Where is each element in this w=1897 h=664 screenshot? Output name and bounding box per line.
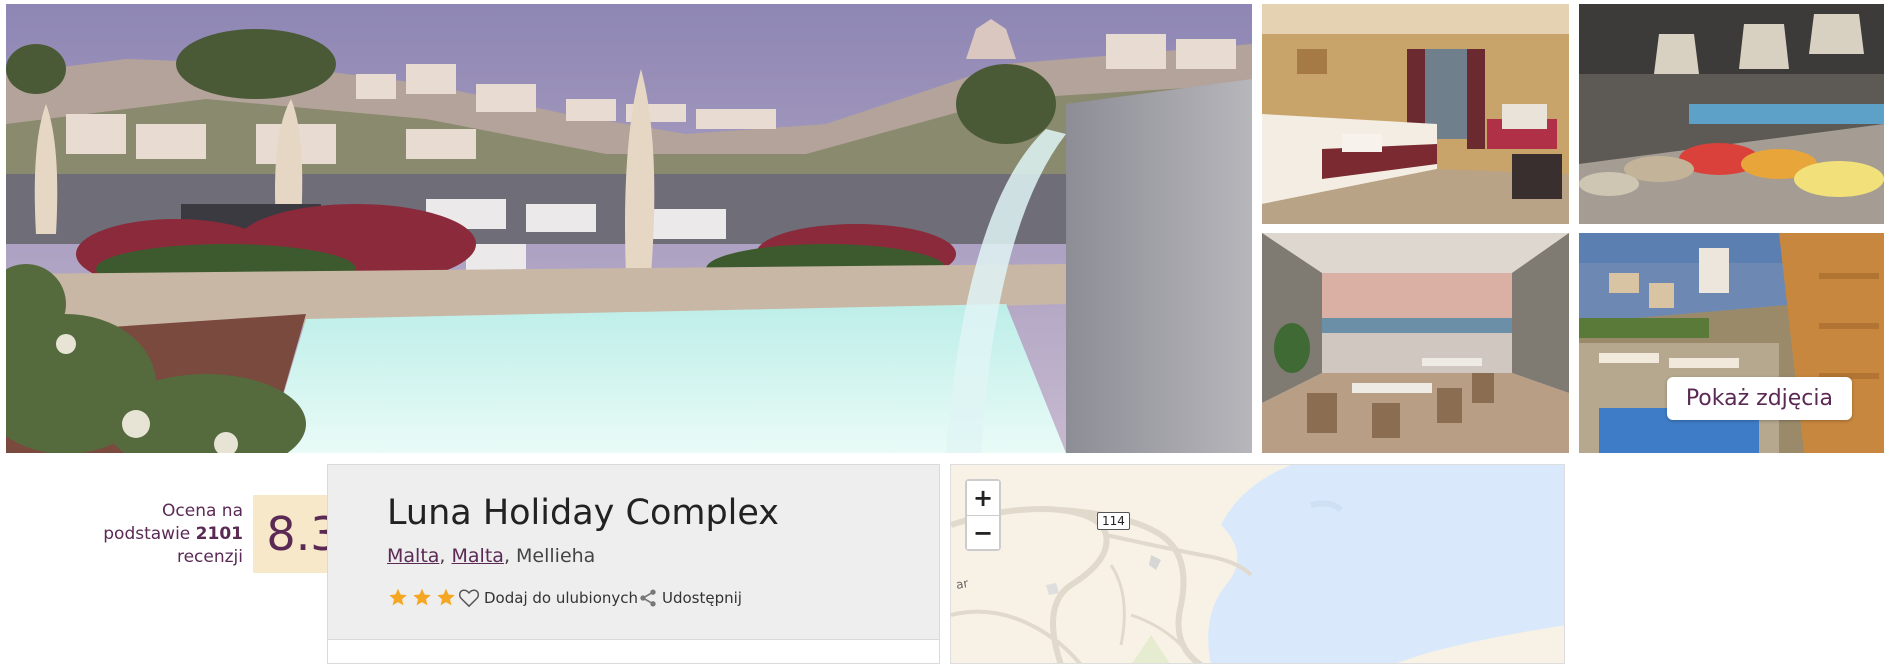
photo-bedroom[interactable] xyxy=(1262,4,1569,224)
rating-block: Ocena na podstawie 2101 recenzji 8.3 xyxy=(100,495,353,573)
location-link-country[interactable]: Malta xyxy=(387,545,439,567)
add-to-favorites-button[interactable]: Dodaj do ulubionych xyxy=(458,588,638,608)
map-zoom-control: + − xyxy=(965,479,1001,551)
favorites-label: Dodaj do ulubionych xyxy=(484,589,639,607)
buffet-image xyxy=(1579,4,1884,224)
road-number-label: 114 xyxy=(1097,512,1130,530)
heart-icon xyxy=(458,588,480,608)
star-icon xyxy=(387,587,409,608)
location-city: Mellieha xyxy=(516,545,596,567)
location-link-region[interactable]: Malta xyxy=(452,545,504,567)
card-bottom-section xyxy=(328,639,939,663)
share-button[interactable]: Udostępnij xyxy=(638,588,742,608)
zoom-out-button[interactable]: − xyxy=(967,515,999,549)
photo-buffet[interactable] xyxy=(1579,4,1884,224)
main-photo-rooftop-pool[interactable] xyxy=(6,4,1252,453)
map-tiles xyxy=(951,465,1564,663)
bedroom-image xyxy=(1262,4,1569,224)
rating-caption-line3: recenzji xyxy=(176,547,243,567)
rating-caption-prefix: podstawie xyxy=(103,524,191,544)
aerial-image xyxy=(1579,233,1884,453)
photo-gallery: Pokaż zdjęcia xyxy=(0,0,1897,460)
star-icon xyxy=(435,587,457,608)
location-separator: , xyxy=(439,545,452,567)
review-count: 2101 xyxy=(195,524,243,544)
pool-image xyxy=(6,4,1252,453)
show-photos-button[interactable]: Pokaż zdjęcia xyxy=(1666,377,1852,420)
share-label: Udostępnij xyxy=(662,589,742,607)
terrace-image xyxy=(1262,233,1569,453)
hotel-location: Malta, Malta, Mellieha xyxy=(387,545,595,567)
photo-aerial-view[interactable]: Pokaż zdjęcia xyxy=(1579,233,1884,453)
road-name-label: ar xyxy=(954,576,970,592)
star-icon xyxy=(411,587,433,608)
rating-caption: Ocena na podstawie 2101 recenzji xyxy=(103,500,243,569)
photo-restaurant-terrace[interactable] xyxy=(1262,233,1569,453)
hotel-info-card: Luna Holiday Complex Malta, Malta, Melli… xyxy=(327,464,940,664)
rating-caption-line2: podstawie 2101 xyxy=(103,523,243,546)
hotel-name: Luna Holiday Complex xyxy=(387,493,780,533)
location-separator: , xyxy=(503,545,517,567)
share-icon xyxy=(638,588,658,608)
zoom-in-button[interactable]: + xyxy=(967,481,999,515)
hotel-stars xyxy=(387,587,457,608)
rating-caption-line1: Ocena na xyxy=(162,501,243,521)
location-map[interactable]: + − 114 ar xyxy=(950,464,1565,664)
